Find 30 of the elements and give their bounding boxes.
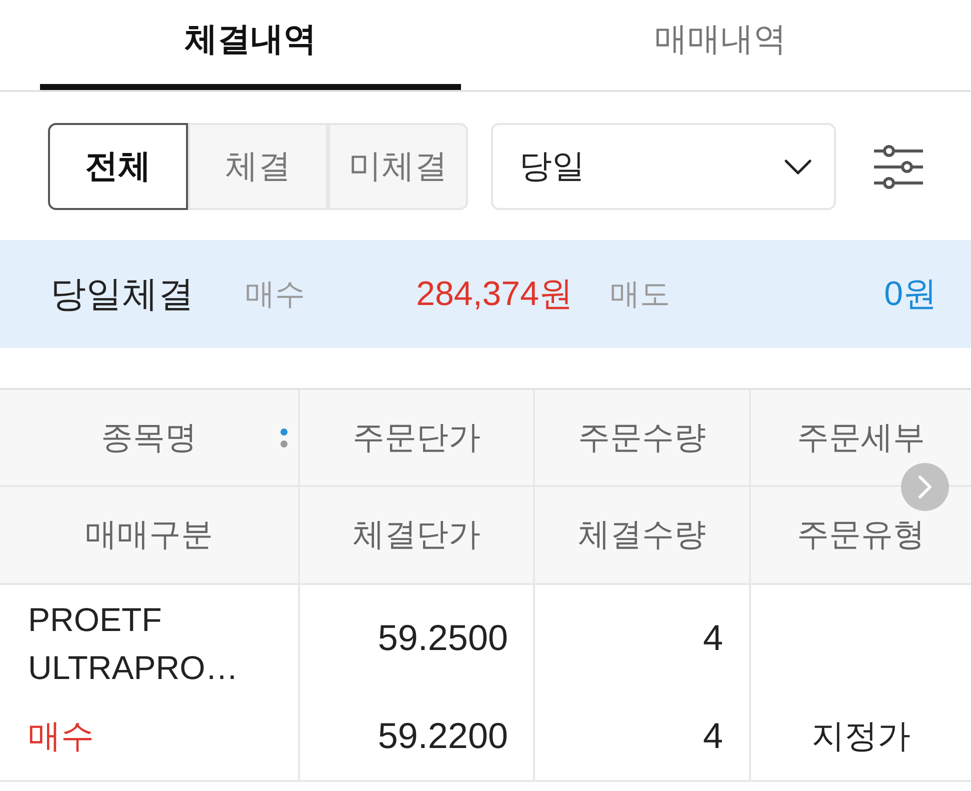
table-cell-text: PROETF ULTRAPRO… [28, 600, 240, 688]
summary-title: 당일체결 [50, 272, 195, 316]
column-options-icon[interactable] [280, 428, 288, 448]
table-cell-text: 지정가 [812, 716, 910, 756]
total-label: 매도 [610, 276, 670, 312]
total-amount: 284,374원 [416, 274, 573, 315]
chevron-right-icon [918, 475, 932, 499]
tab[interactable]: 체결내역 [40, 0, 461, 90]
total-amount: 0원 [884, 274, 937, 315]
table-cell-text: 4 [702, 714, 723, 758]
column-header: 주문단가 [300, 390, 535, 487]
period-dropdown[interactable]: 당일 [491, 123, 836, 210]
column-header: 종목명 [101, 418, 197, 456]
column-header: 체결단가 [300, 487, 535, 583]
filter-segment[interactable]: 미체결 [328, 123, 468, 210]
column-header: 매매구분 [0, 487, 300, 583]
settings-button[interactable] [873, 144, 923, 188]
column-header: 주문수량 [535, 390, 751, 487]
filter-segment[interactable]: 전체 [48, 123, 188, 210]
column-header: 체결수량 [535, 487, 751, 583]
tab[interactable]: 매매내역 [510, 0, 931, 90]
table-cell-text: 59.2500 [378, 616, 508, 660]
table-cell-text: 59.2200 [378, 714, 508, 758]
sliders-icon [873, 144, 923, 188]
total-label: 매수 [245, 276, 305, 312]
table-cell-text: 4 [702, 616, 723, 660]
chevron-down-icon [784, 158, 812, 174]
table-cell-text: 매수 [28, 716, 94, 756]
filter-segment[interactable]: 체결 [188, 123, 328, 210]
column-header: 주문유형 [796, 515, 926, 554]
